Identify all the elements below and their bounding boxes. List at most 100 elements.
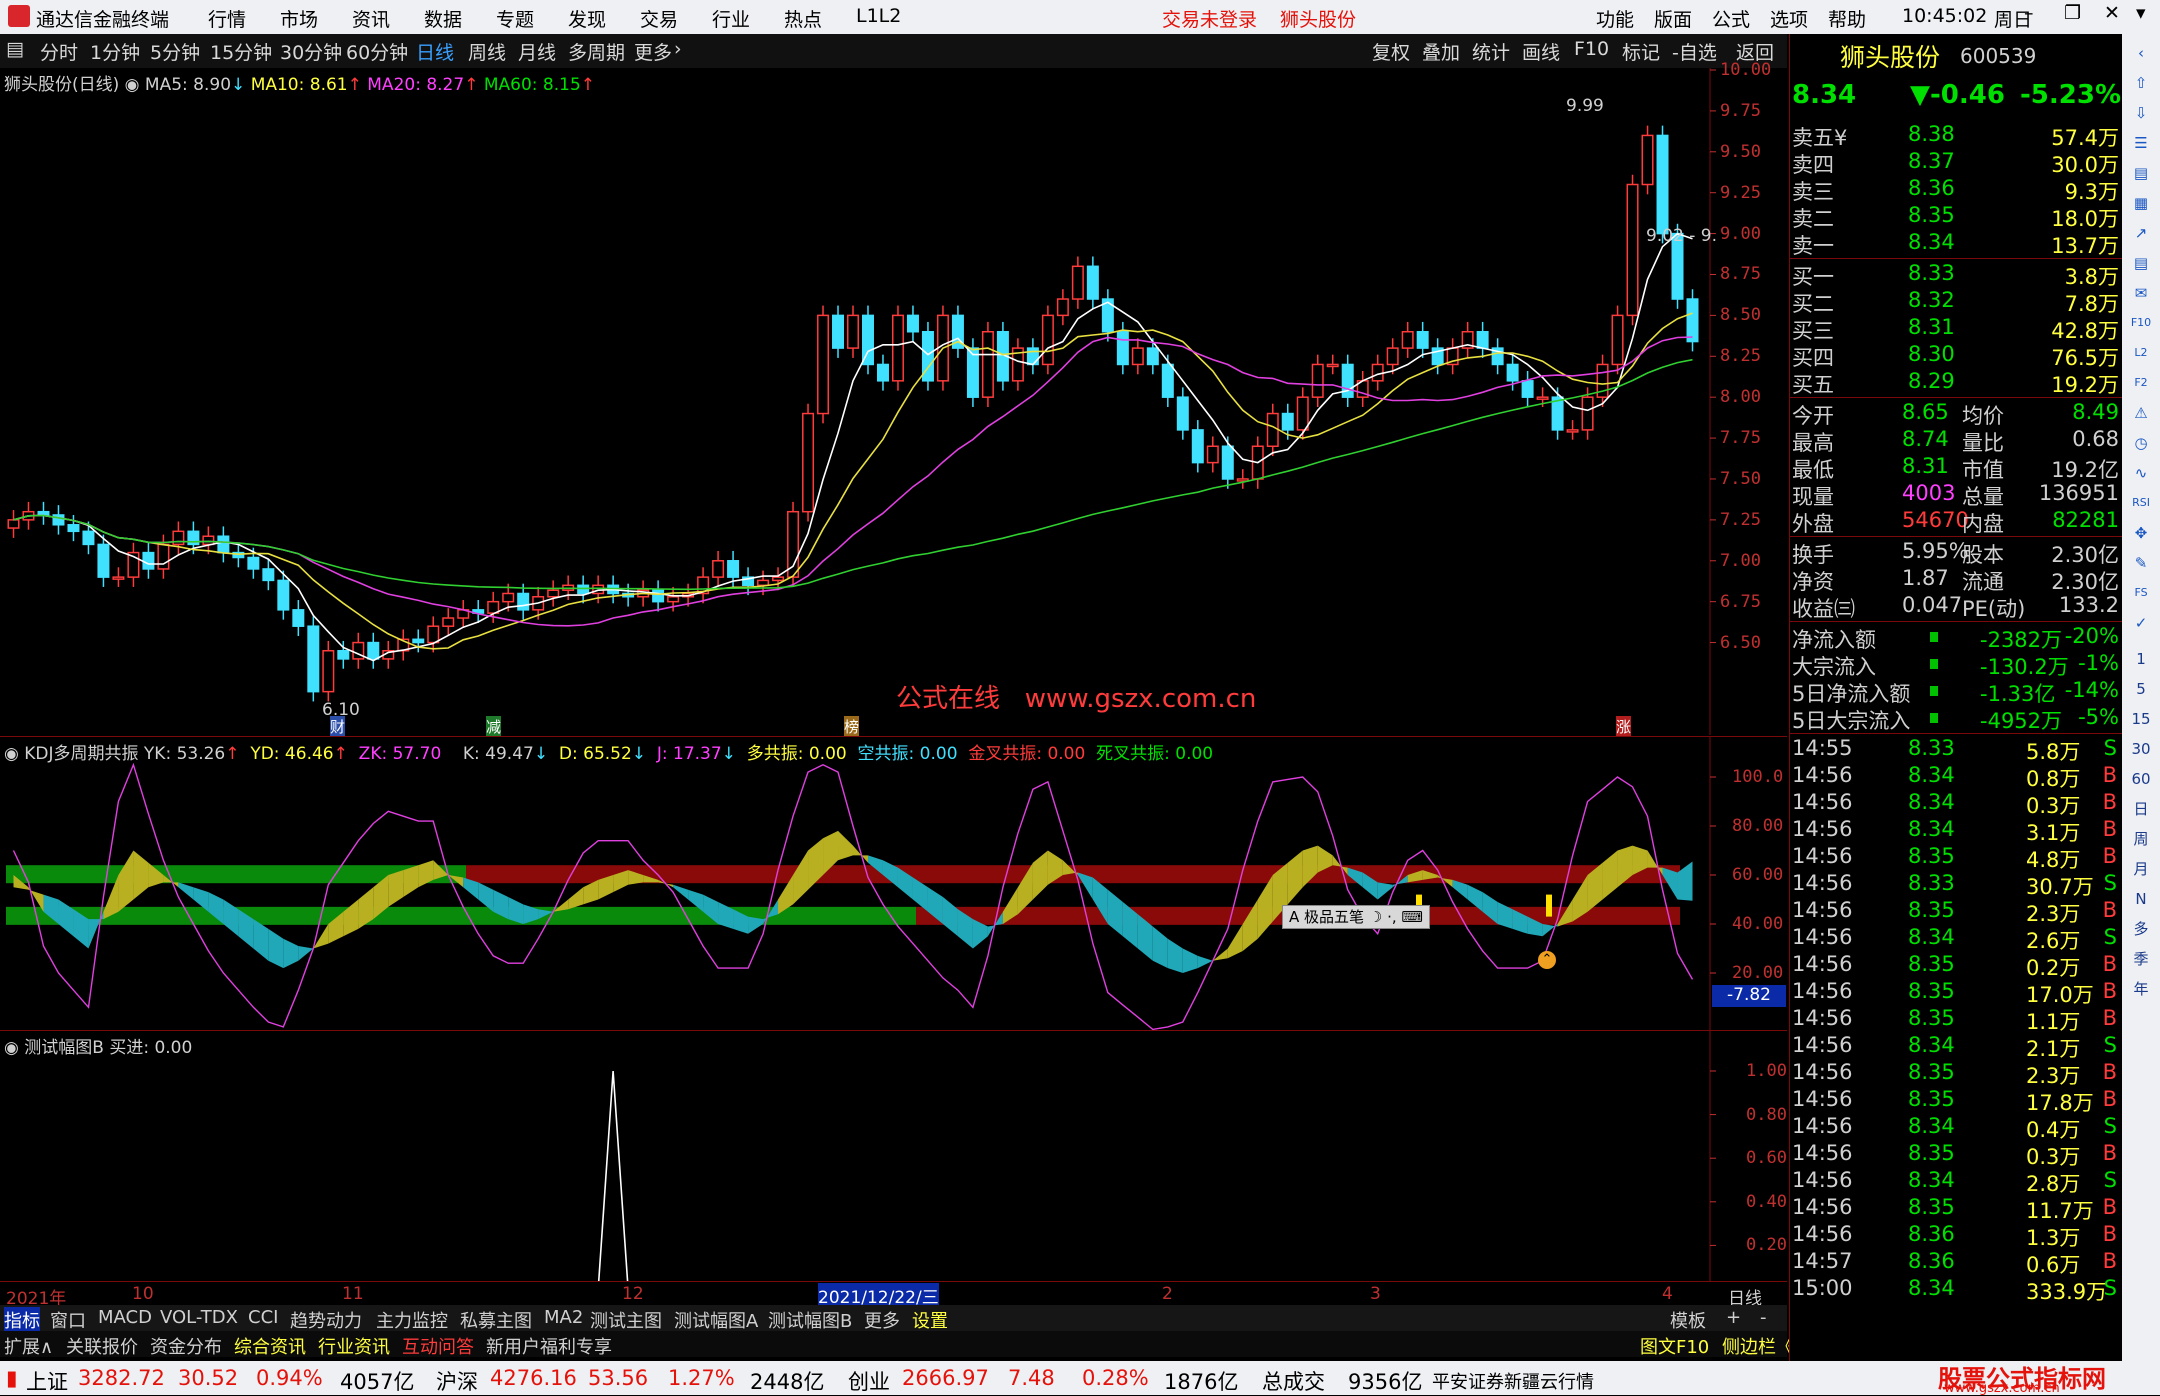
tab-test-main[interactable]: 测试主图: [590, 1307, 662, 1333]
candlestick-chart[interactable]: [0, 68, 1787, 735]
down-icon[interactable]: ⇩: [2130, 102, 2152, 124]
period-tab[interactable]: 5分钟: [150, 38, 200, 65]
menu-item[interactable]: 帮助: [1828, 5, 1866, 32]
tab-private-fund[interactable]: 私募主图: [460, 1307, 532, 1333]
dropdown-icon[interactable]: ▾: [2136, 2, 2146, 24]
tab-trend[interactable]: 趋势动力: [290, 1307, 362, 1333]
menu-item[interactable]: 功能: [1596, 5, 1634, 32]
index-name[interactable]: 上证: [26, 1366, 68, 1396]
list-icon[interactable]: ▤: [2130, 162, 2152, 184]
period-tab[interactable]: 更多: [634, 38, 672, 65]
tab-qa[interactable]: 互动问答: [402, 1333, 474, 1359]
news-icon[interactable]: ✉: [2130, 282, 2152, 304]
sidebar-period-2[interactable]: 15: [2130, 708, 2152, 730]
wave-icon[interactable]: ∿: [2130, 462, 2152, 484]
toolbar-menu-icon[interactable]: ▤: [6, 38, 24, 60]
collapse-icon[interactable]: ‹: [2130, 42, 2152, 64]
period-tab[interactable]: 分时: [40, 38, 78, 65]
period-tab[interactable]: 周线: [468, 38, 506, 65]
rsi-icon[interactable]: RSI: [2130, 492, 2152, 514]
sidebar-period-4[interactable]: 60: [2130, 768, 2152, 790]
alert-icon[interactable]: ⚠: [2130, 402, 2152, 424]
menu-item[interactable]: 市场: [280, 5, 318, 32]
tab-settings[interactable]: 设置: [912, 1307, 948, 1333]
period-tab-active[interactable]: 日线: [416, 38, 454, 65]
period-tab[interactable]: 月线: [518, 38, 556, 65]
pen-icon[interactable]: ✎: [2130, 552, 2152, 574]
tab-ma2[interactable]: MA2: [544, 1307, 583, 1328]
menu-item[interactable]: 选项: [1770, 5, 1808, 32]
sidebar-period-5[interactable]: 日: [2130, 798, 2152, 820]
kdj-chart[interactable]: [0, 737, 1787, 1031]
restore-icon[interactable]: ❐: [2064, 2, 2081, 24]
menu-item[interactable]: 资讯: [352, 5, 390, 32]
chart-icon[interactable]: ↗: [2130, 222, 2152, 244]
move-icon[interactable]: ✥: [2130, 522, 2152, 544]
close-icon[interactable]: ✕: [2104, 2, 2120, 24]
index-name[interactable]: 沪深: [436, 1366, 478, 1396]
fs-icon[interactable]: FS: [2130, 582, 2152, 604]
menu-item[interactable]: 交易: [640, 5, 678, 32]
clock-icon[interactable]: ◷: [2130, 432, 2152, 454]
tab-indicator[interactable]: 指标: [4, 1307, 40, 1333]
tool-button[interactable]: 复权: [1372, 38, 1410, 65]
tool-button[interactable]: 标记: [1622, 38, 1660, 65]
sidebar-period-10[interactable]: 季: [2130, 948, 2152, 970]
zoom-in-button[interactable]: +: [1726, 1307, 1741, 1328]
ime-mode-icon[interactable]: A: [1289, 908, 1299, 926]
legend-toggle-icon[interactable]: ◉: [125, 75, 140, 95]
price-pane[interactable]: 狮头股份(日线) ◉ MA5: 8.90↓ MA10: 8.61↑ MA20: …: [0, 60, 1787, 737]
tool-button[interactable]: F10: [1574, 38, 1609, 60]
tab-news[interactable]: 综合资讯: [234, 1333, 306, 1359]
tab-main-monitor[interactable]: 主力监控: [376, 1307, 448, 1333]
tab-fund-dist[interactable]: 资金分布: [150, 1333, 222, 1359]
zoom-out-button[interactable]: -: [1760, 1307, 1767, 1328]
tab-window[interactable]: 窗口: [50, 1307, 86, 1333]
menu-item[interactable]: 行业: [712, 5, 750, 32]
ime-keyboard-icon[interactable]: ⌨: [1401, 908, 1423, 926]
period-tab[interactable]: 60分钟: [346, 38, 408, 65]
period-tab[interactable]: 1分钟: [90, 38, 140, 65]
tab-vol[interactable]: VOL-TDX: [160, 1307, 238, 1328]
more-chevron-icon[interactable]: ›: [674, 38, 682, 60]
tab-new-user[interactable]: 新用户福利专享: [486, 1333, 612, 1359]
menu-item[interactable]: 行情: [208, 5, 246, 32]
legend-toggle-icon[interactable]: ◉: [4, 1038, 19, 1058]
menu-item[interactable]: 发现: [568, 5, 606, 32]
sidebar-toggle[interactable]: 侧边栏《: [1722, 1333, 1794, 1359]
tab-test-a[interactable]: 测试幅图A: [674, 1307, 758, 1333]
sidebar-period-3[interactable]: 30: [2130, 738, 2152, 760]
tab-related-quote[interactable]: 关联报价: [66, 1333, 138, 1359]
menu-item[interactable]: 专题: [496, 5, 534, 32]
tab-test-b[interactable]: 测试幅图B: [768, 1307, 852, 1333]
tool-button[interactable]: 画线: [1522, 38, 1560, 65]
menu-item[interactable]: L1L2: [856, 5, 901, 27]
minimize-icon[interactable]: –: [2024, 2, 2034, 24]
legend-toggle-icon[interactable]: ◉: [4, 744, 19, 764]
tab-industry-news[interactable]: 行业资讯: [318, 1333, 390, 1359]
period-tab[interactable]: 30分钟: [280, 38, 342, 65]
tab-more[interactable]: 更多: [864, 1307, 900, 1333]
tab-macd[interactable]: MACD: [98, 1307, 152, 1328]
tab-cci[interactable]: CCI: [248, 1307, 278, 1328]
expand-button[interactable]: 扩展∧: [4, 1333, 53, 1359]
event-marker[interactable]: 财: [330, 716, 346, 737]
up-icon[interactable]: ⇧: [2130, 72, 2152, 94]
menu-item[interactable]: 公式: [1712, 5, 1750, 32]
grid-icon[interactable]: ▦: [2130, 192, 2152, 214]
kline-icon[interactable]: ▤: [2130, 252, 2152, 274]
kdj-pane[interactable]: ◉ KDJ多周期共振 YK: 53.26↑ YD: 46.46↑ ZK: 57.…: [0, 736, 1787, 1031]
period-tab[interactable]: 多周期: [568, 38, 625, 65]
tool-button[interactable]: 统计: [1472, 38, 1510, 65]
menu-item[interactable]: 热点: [784, 5, 822, 32]
template-button[interactable]: 模板: [1670, 1307, 1706, 1333]
menu-item[interactable]: 版面: [1654, 5, 1692, 32]
test-chart[interactable]: [0, 1031, 1787, 1282]
sidebar-period-6[interactable]: 周: [2130, 828, 2152, 850]
sidebar-period-0[interactable]: 1: [2130, 648, 2152, 670]
menu-icon[interactable]: ☰: [2130, 132, 2152, 154]
f10-icon[interactable]: F10: [2130, 312, 2152, 334]
ime-punct-icon[interactable]: ·,: [1387, 908, 1397, 926]
tool-button[interactable]: 叠加: [1422, 38, 1460, 65]
sidebar-period-7[interactable]: 月: [2130, 858, 2152, 880]
